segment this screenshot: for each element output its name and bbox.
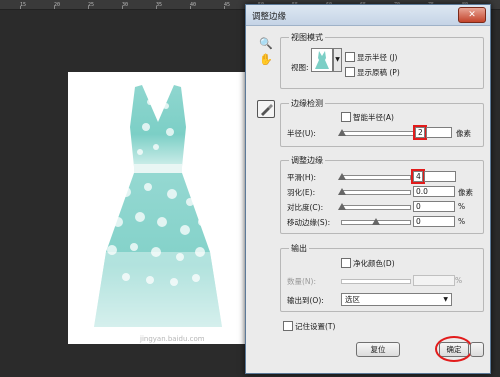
- remember-settings-label: 记住设置(T): [295, 322, 336, 331]
- ruler-tick-mark: [88, 6, 89, 9]
- contrast-slider-thumb[interactable]: [338, 203, 346, 210]
- radius-label: 半径(U):: [287, 129, 316, 138]
- view-mode-thumbnail[interactable]: [311, 48, 333, 72]
- ruler-tick-mark: [20, 6, 21, 9]
- ruler-tick-mark: [156, 6, 157, 9]
- remember-settings-checkbox[interactable]: [283, 321, 293, 331]
- ruler-tick-mark: [190, 6, 191, 9]
- output-to-label: 输出到(O):: [287, 296, 324, 305]
- feather-value-field[interactable]: 0.0: [413, 186, 455, 197]
- output-to-value: 选区: [345, 295, 360, 304]
- decontaminate-checkbox[interactable]: [341, 258, 351, 268]
- amount-label: 数量(N):: [287, 277, 316, 286]
- contrast-slider[interactable]: [338, 203, 411, 210]
- dialog-titlebar[interactable]: 调整边缘 ✕: [246, 5, 490, 26]
- amount-unit: %: [455, 276, 463, 285]
- dress-image: [94, 85, 222, 327]
- view-label: 视图:: [291, 63, 309, 72]
- radius-slider[interactable]: [338, 129, 415, 136]
- dropdown-arrow-icon: ▼: [335, 56, 340, 63]
- shift-edge-label: 移动边缘(S):: [287, 218, 331, 227]
- view-mode-title: 视图模式: [289, 32, 325, 43]
- shift-edge-slider-thumb[interactable]: [372, 218, 380, 225]
- show-radius-checkbox[interactable]: [345, 52, 355, 62]
- view-mode-group: 视图模式 视图: ▼ 显示半径 (J) 显示原稿 (P): [280, 32, 484, 89]
- decontaminate-label: 净化颜色(D): [353, 259, 395, 268]
- edge-detection-title: 边缘检测: [289, 98, 325, 109]
- refine-radius-brush-icon[interactable]: [257, 100, 275, 118]
- smart-radius-label: 智能半径(A): [353, 113, 394, 122]
- watermark: jingyan.baidu.com: [140, 335, 205, 343]
- feather-slider[interactable]: [338, 188, 411, 195]
- show-original-label: 显示原稿 (P): [357, 68, 400, 77]
- feather-unit: 像素: [458, 188, 473, 197]
- output-title: 输出: [289, 243, 309, 254]
- output-to-select[interactable]: 选区 ▼: [341, 293, 452, 306]
- smooth-slider-thumb[interactable]: [338, 173, 346, 180]
- ruler-tick-mark: [224, 6, 225, 9]
- shift-edge-slider[interactable]: [341, 218, 411, 225]
- brush-icon: [261, 104, 273, 116]
- edge-detection-group: 边缘检测 智能半径(A) 半径(U): 2 像素: [280, 98, 484, 147]
- show-radius-label: 显示半径 (J): [357, 53, 398, 62]
- smooth-value-field[interactable]: 4: [411, 169, 425, 184]
- close-icon: ✕: [468, 10, 476, 20]
- radius-value-field[interactable]: 2: [413, 125, 427, 140]
- ok-highlight-circle: [435, 336, 473, 362]
- refine-edge-dialog: 调整边缘 ✕ 🔍 ✋ 视图模式 视图: ▼ 显示半径 (J) 显示原稿 (P) …: [245, 4, 491, 374]
- smooth-slider[interactable]: [338, 173, 411, 180]
- smooth-label: 平滑(H):: [287, 173, 317, 182]
- view-mode-dropdown[interactable]: ▼: [333, 48, 342, 72]
- smart-radius-checkbox[interactable]: [341, 112, 351, 122]
- radius-value-extra[interactable]: [426, 127, 452, 138]
- contrast-label: 对比度(C):: [287, 203, 324, 212]
- amount-value-field: [413, 275, 455, 286]
- radius-slider-thumb[interactable]: [338, 129, 346, 136]
- ruler-tick-mark: [54, 6, 55, 9]
- hand-tool-icon[interactable]: ✋: [259, 53, 273, 67]
- ruler-tick-mark: [122, 6, 123, 9]
- contrast-value-field[interactable]: 0: [413, 201, 455, 212]
- chevron-down-icon: ▼: [443, 296, 448, 303]
- zoom-tool-icon[interactable]: 🔍: [259, 37, 273, 51]
- output-group: 输出 净化颜色(D) 数量(N): % 输出到(O): 选区 ▼: [280, 243, 484, 312]
- cancel-button[interactable]: 复位: [356, 342, 400, 357]
- document-canvas: [68, 72, 248, 344]
- adjust-edge-title: 调整边缘: [289, 155, 325, 166]
- smooth-value-extra[interactable]: [424, 171, 456, 182]
- extra-button[interactable]: [470, 342, 484, 357]
- feather-label: 羽化(E):: [287, 188, 316, 197]
- show-original-checkbox[interactable]: [345, 67, 355, 77]
- close-button[interactable]: ✕: [458, 7, 486, 23]
- adjust-edge-group: 调整边缘 平滑(H): 4 羽化(E): 0.0 像素 对比度(C): 0 % …: [280, 155, 484, 234]
- radius-unit: 像素: [456, 129, 471, 138]
- dialog-title: 调整边缘: [252, 12, 287, 22]
- amount-slider: [341, 279, 411, 284]
- feather-slider-thumb[interactable]: [338, 188, 346, 195]
- contrast-unit: %: [458, 202, 466, 211]
- shift-edge-unit: %: [458, 217, 466, 226]
- shift-edge-value-field[interactable]: 0: [413, 216, 455, 227]
- dress-thumb-icon: [315, 51, 329, 69]
